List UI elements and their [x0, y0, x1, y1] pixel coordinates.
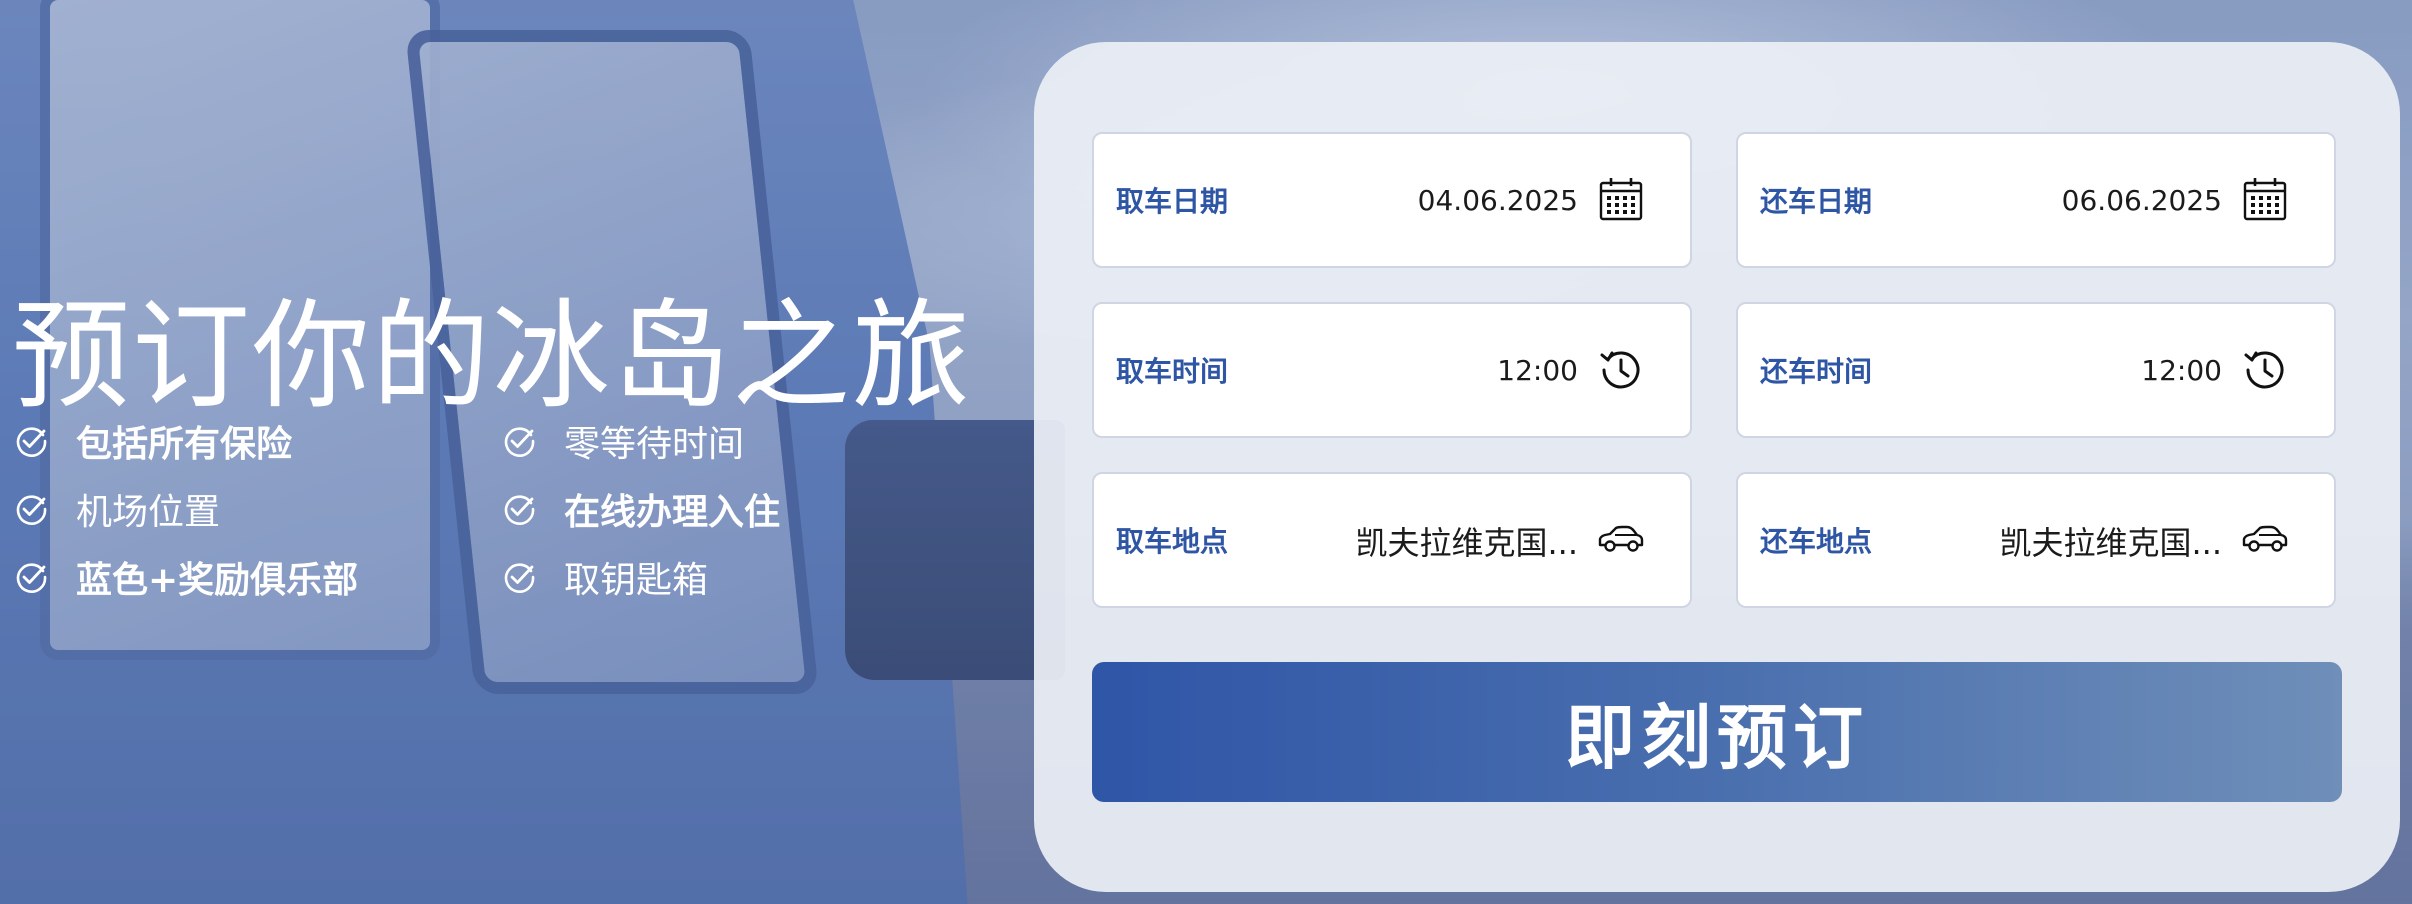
- check-circle-icon: [504, 427, 535, 457]
- pickup-date-field[interactable]: 取车日期 04.06.2025: [1092, 132, 1692, 268]
- calendar-icon[interactable]: [1596, 175, 1646, 225]
- feature-label: 包括所有保险: [76, 424, 293, 465]
- book-now-button[interactable]: 即刻预订: [1092, 662, 2342, 802]
- return-location-field[interactable]: 还车地点 凯夫拉维克国...: [1736, 472, 2336, 608]
- feature-label: 在线办理入住: [564, 492, 781, 533]
- pickup-time-label: 取车时间: [1116, 355, 1229, 388]
- clock-icon[interactable]: [2240, 345, 2290, 395]
- feature-list: 包括所有保险 零等待时间 机场位置 在线办理入住 蓝色+奖励俱乐部 取钥匙箱: [14, 418, 874, 601]
- check-circle-icon: [16, 427, 47, 457]
- booking-form-card: 取车日期 04.06.2025 还车日期 06.06.2025 取车时间 12:…: [1034, 42, 2400, 892]
- check-circle-icon: [504, 563, 535, 593]
- pickup-date-label: 取车日期: [1116, 185, 1229, 218]
- return-date-label: 还车日期: [1760, 185, 1873, 218]
- return-location-label: 还车地点: [1760, 525, 1873, 558]
- check-circle-icon: [504, 495, 535, 525]
- return-time-value: 12:00: [2141, 354, 2222, 388]
- pickup-time-value: 12:00: [1497, 354, 1578, 388]
- check-circle-icon: [16, 563, 47, 593]
- feature-label: 取钥匙箱: [564, 560, 709, 601]
- car-icon[interactable]: [1596, 515, 1646, 565]
- pickup-time-field[interactable]: 取车时间 12:00: [1092, 302, 1692, 438]
- check-circle-icon: [16, 495, 47, 525]
- return-location-value: 凯夫拉维克国...: [1999, 523, 2222, 562]
- feature-label: 机场位置: [76, 492, 221, 533]
- feature-item: 包括所有保险: [14, 418, 502, 465]
- pickup-location-value: 凯夫拉维克国...: [1355, 523, 1578, 562]
- feature-item: 取钥匙箱: [502, 554, 874, 601]
- car-icon[interactable]: [2240, 515, 2290, 565]
- return-date-value: 06.06.2025: [2061, 184, 2222, 218]
- feature-label: 零等待时间: [564, 424, 745, 465]
- pickup-date-value: 04.06.2025: [1417, 184, 1578, 218]
- feature-item: 机场位置: [14, 486, 502, 533]
- feature-item: 零等待时间: [502, 418, 874, 465]
- clock-icon[interactable]: [1596, 345, 1646, 395]
- return-date-field[interactable]: 还车日期 06.06.2025: [1736, 132, 2336, 268]
- pickup-location-label: 取车地点: [1116, 525, 1229, 558]
- feature-item: 在线办理入住: [502, 486, 874, 533]
- return-time-field[interactable]: 还车时间 12:00: [1736, 302, 2336, 438]
- hero-title: 预订你的冰岛之旅: [12, 287, 973, 426]
- feature-label: 蓝色+奖励俱乐部: [76, 560, 359, 601]
- calendar-icon[interactable]: [2240, 175, 2290, 225]
- return-time-label: 还车时间: [1760, 355, 1873, 388]
- feature-item: 蓝色+奖励俱乐部: [14, 554, 502, 601]
- pickup-location-field[interactable]: 取车地点 凯夫拉维克国...: [1092, 472, 1692, 608]
